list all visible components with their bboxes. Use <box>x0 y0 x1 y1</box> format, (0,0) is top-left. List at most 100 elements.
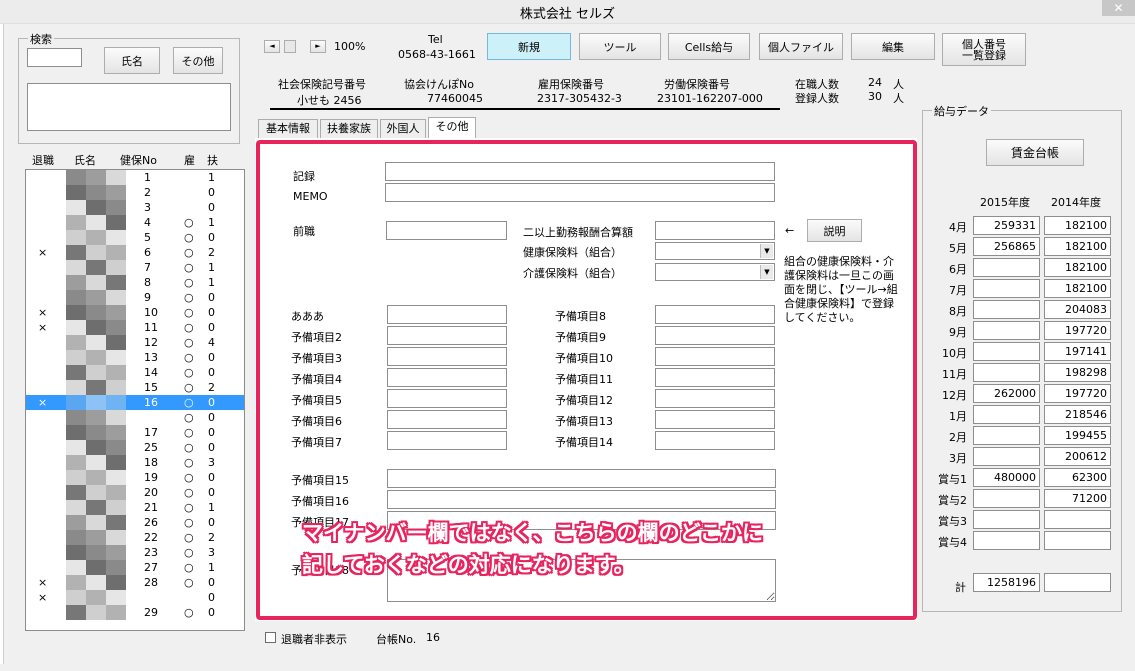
salary-year2-cell[interactable] <box>1044 510 1111 529</box>
close-button[interactable]: ✕ <box>1102 0 1135 16</box>
list-item[interactable]: 14 ○ 0 <box>26 365 244 380</box>
salary-year2-cell[interactable]: 204083 <box>1044 300 1111 319</box>
cells-salary-button[interactable]: Cells給与 <box>668 33 750 60</box>
salary-year1-cell[interactable] <box>973 489 1040 508</box>
search-results-box[interactable] <box>27 83 231 131</box>
salary-year1-cell[interactable]: 256865 <box>973 237 1040 256</box>
insurance-no: 29 <box>144 606 158 619</box>
salary-year1-cell[interactable] <box>973 426 1040 445</box>
salary-year2-cell[interactable]: 218546 <box>1044 405 1111 424</box>
list-item[interactable]: 20 ○ 0 <box>26 485 244 500</box>
list-item[interactable]: 9 ○ 0 <box>26 290 244 305</box>
list-item[interactable]: 19 ○ 0 <box>26 470 244 485</box>
list-item[interactable]: 23 ○ 3 <box>26 545 244 560</box>
salary-year2-cell[interactable]: 200612 <box>1044 447 1111 466</box>
tool-button[interactable]: ツール <box>579 33 661 60</box>
dependents-count: 0 <box>208 186 215 199</box>
salary-year1-cell[interactable] <box>973 279 1040 298</box>
total-year2[interactable] <box>1044 573 1111 592</box>
salary-year1-cell[interactable] <box>973 300 1040 319</box>
insurance-no: 23 <box>144 546 158 559</box>
list-item[interactable]: × 28 ○ 0 <box>26 575 244 590</box>
annotation-line-2: 記しておくなどの対応になります。 <box>302 553 635 577</box>
search-other-button[interactable]: その他 <box>173 47 223 74</box>
salary-year2-cell[interactable]: 182100 <box>1044 258 1111 277</box>
name-redacted <box>66 560 126 575</box>
salary-year1-cell[interactable] <box>973 258 1040 277</box>
salary-year2-cell[interactable]: 199455 <box>1044 426 1111 445</box>
salary-year2-cell[interactable]: 182100 <box>1044 279 1111 298</box>
new-button[interactable]: 新規 <box>487 33 571 60</box>
salary-year1-cell[interactable]: 262000 <box>973 384 1040 403</box>
salary-year1-cell[interactable] <box>973 363 1040 382</box>
salary-year2-cell[interactable]: 197141 <box>1044 342 1111 361</box>
salary-year1-cell[interactable] <box>973 531 1040 550</box>
list-item[interactable]: 26 ○ 0 <box>26 515 244 530</box>
tab-dependents[interactable]: 扶養家族 <box>320 119 378 138</box>
salary-year1-cell[interactable] <box>973 342 1040 361</box>
salary-year2-cell[interactable]: 71200 <box>1044 489 1111 508</box>
dependents-count: 0 <box>208 396 215 409</box>
personal-file-button[interactable]: 個人ファイル <box>759 33 843 60</box>
list-item[interactable]: 20 <box>26 185 244 200</box>
list-item[interactable]: 30 <box>26 200 244 215</box>
list-item[interactable]: × 10 ○ 0 <box>26 305 244 320</box>
employment-ins-mark: ○ <box>184 456 194 469</box>
salary-year1-cell[interactable]: 480000 <box>973 468 1040 487</box>
total-year1[interactable]: 1258196 <box>973 573 1040 592</box>
retired-mark: × <box>38 306 48 319</box>
salary-year1-cell[interactable] <box>973 510 1040 529</box>
salary-year2-cell[interactable] <box>1044 531 1111 550</box>
salary-year2-cell[interactable]: 182100 <box>1044 216 1111 235</box>
next-record-button[interactable]: ► <box>310 40 326 53</box>
prev-record-button[interactable]: ◄ <box>264 40 280 53</box>
tab-basic[interactable]: 基本情報 <box>258 119 318 138</box>
list-item[interactable]: 22 ○ 2 <box>26 530 244 545</box>
list-item[interactable]: ○ 0 <box>26 410 244 425</box>
list-item[interactable]: × 6 ○ 2 <box>26 245 244 260</box>
salary-month-label: 6月 <box>949 263 967 276</box>
list-item[interactable]: × 0 <box>26 590 244 605</box>
search-name-button[interactable]: 氏名 <box>104 47 160 74</box>
list-item[interactable]: 25 ○ 0 <box>26 440 244 455</box>
insurance-no: 20 <box>144 486 158 499</box>
tab-foreign[interactable]: 外国人 <box>380 119 426 138</box>
employment-ins-mark: ○ <box>184 546 194 559</box>
list-item[interactable]: 8 ○ 1 <box>26 275 244 290</box>
list-item[interactable]: 5 ○ 0 <box>26 230 244 245</box>
wage-ledger-button[interactable]: 賃金台帳 <box>986 139 1084 166</box>
salary-year1-cell[interactable]: 259331 <box>973 216 1040 235</box>
employee-list[interactable]: 1 1 2 0 3 0 4 ○ 1 5 ○ 0 × 6 ○ 2 7 ○ 1 8 ○ 1 9 ○ 0 × 10 ○ 0 × 11 ○ 0 12 ○ 4 1… <box>25 169 245 631</box>
list-item[interactable]: × 16 ○ 0 <box>26 395 244 410</box>
mynumber-register-button[interactable]: 個人番号 一覧登録 <box>942 33 1026 66</box>
hide-retired-checkbox[interactable] <box>265 632 276 643</box>
list-item[interactable]: 18 ○ 3 <box>26 455 244 470</box>
list-item[interactable]: 13 ○ 0 <box>26 350 244 365</box>
list-item[interactable]: 15 ○ 2 <box>26 380 244 395</box>
list-item[interactable]: × 11 ○ 0 <box>26 320 244 335</box>
list-item[interactable]: 27 ○ 1 <box>26 560 244 575</box>
dependents-count: 2 <box>208 531 215 544</box>
list-item[interactable]: 21 ○ 1 <box>26 500 244 515</box>
edit-button[interactable]: 編集 <box>851 33 935 60</box>
salary-year1-cell[interactable] <box>973 447 1040 466</box>
list-item[interactable]: 7 ○ 1 <box>26 260 244 275</box>
record-scroll-thumb[interactable] <box>284 40 296 53</box>
insurance-no: 16 <box>144 396 158 409</box>
list-item[interactable]: 17 ○ 0 <box>26 425 244 440</box>
search-input[interactable] <box>27 48 82 67</box>
salary-month-label: 5月 <box>949 242 967 255</box>
salary-year2-cell[interactable]: 62300 <box>1044 468 1111 487</box>
list-item[interactable]: 4 ○ 1 <box>26 215 244 230</box>
list-item[interactable]: 11 <box>26 170 244 185</box>
salary-year1-cell[interactable] <box>973 321 1040 340</box>
salary-year2-cell[interactable]: 182100 <box>1044 237 1111 256</box>
registered-unit: 人 <box>893 92 904 105</box>
list-item[interactable]: 12 ○ 4 <box>26 335 244 350</box>
tab-other[interactable]: その他 <box>428 117 476 139</box>
salary-year2-cell[interactable]: 197720 <box>1044 384 1111 403</box>
salary-year1-cell[interactable] <box>973 405 1040 424</box>
salary-year2-cell[interactable]: 198298 <box>1044 363 1111 382</box>
list-item[interactable]: 29 ○ 0 <box>26 605 244 620</box>
salary-year2-cell[interactable]: 197720 <box>1044 321 1111 340</box>
